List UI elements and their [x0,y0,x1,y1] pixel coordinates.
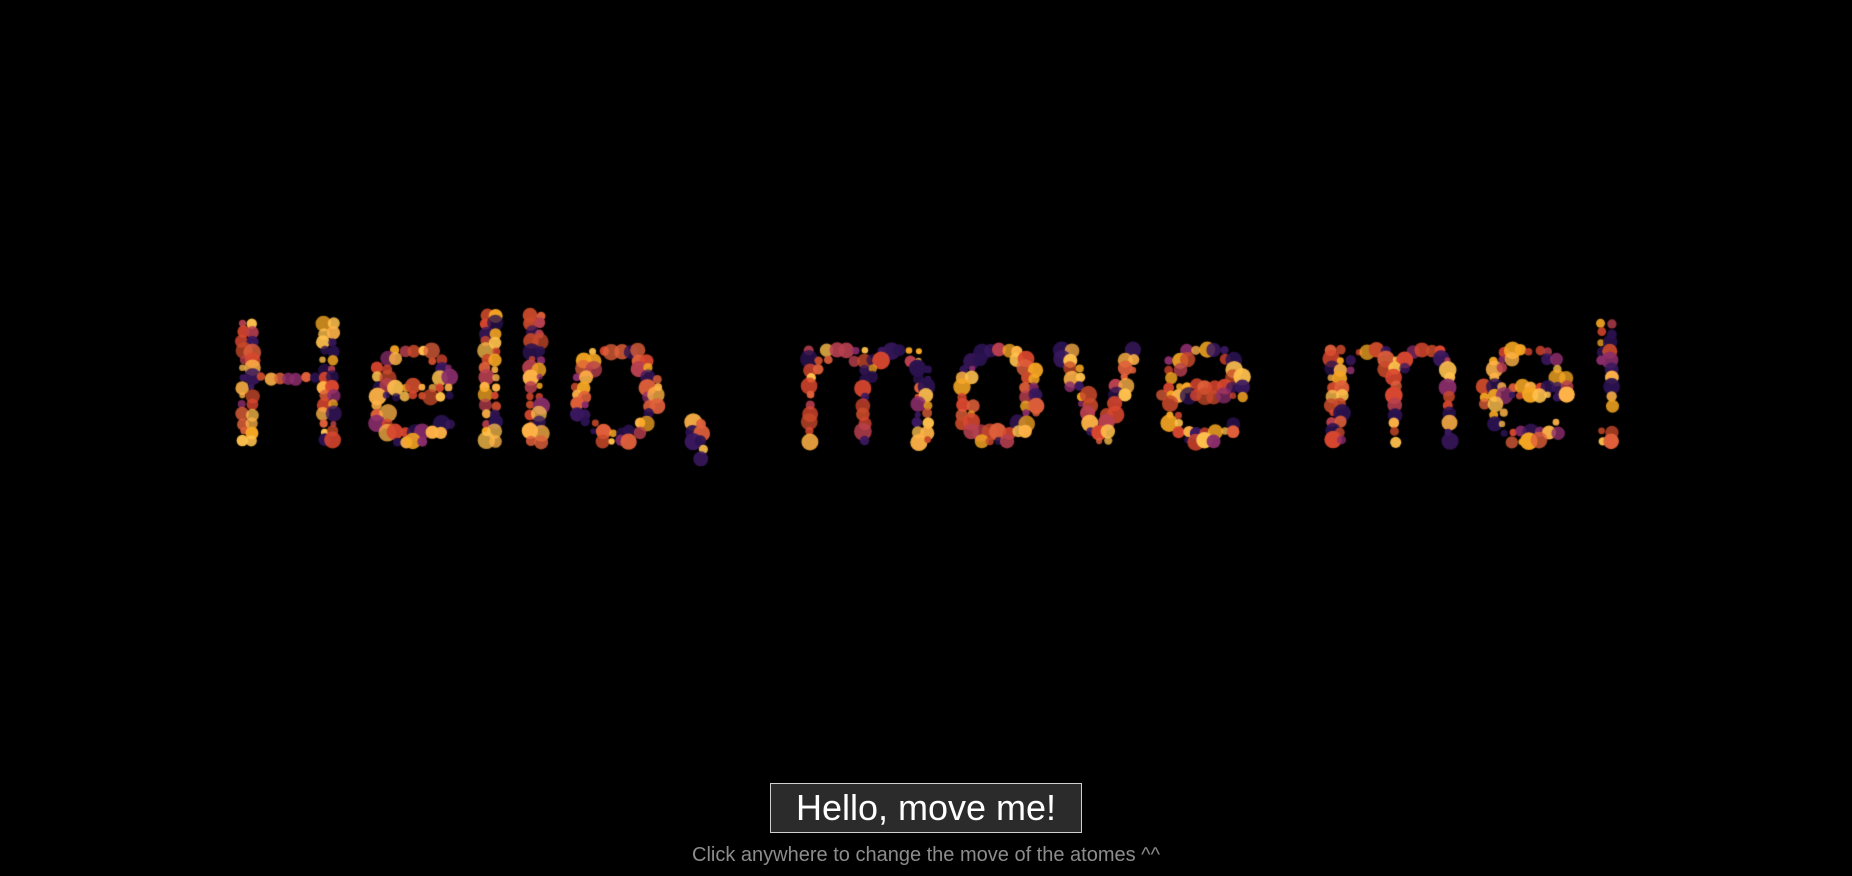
hint-text: Click anywhere to change the move of the… [692,844,1160,866]
particle-text-canvas[interactable] [0,0,1852,876]
text-input[interactable] [770,783,1082,833]
